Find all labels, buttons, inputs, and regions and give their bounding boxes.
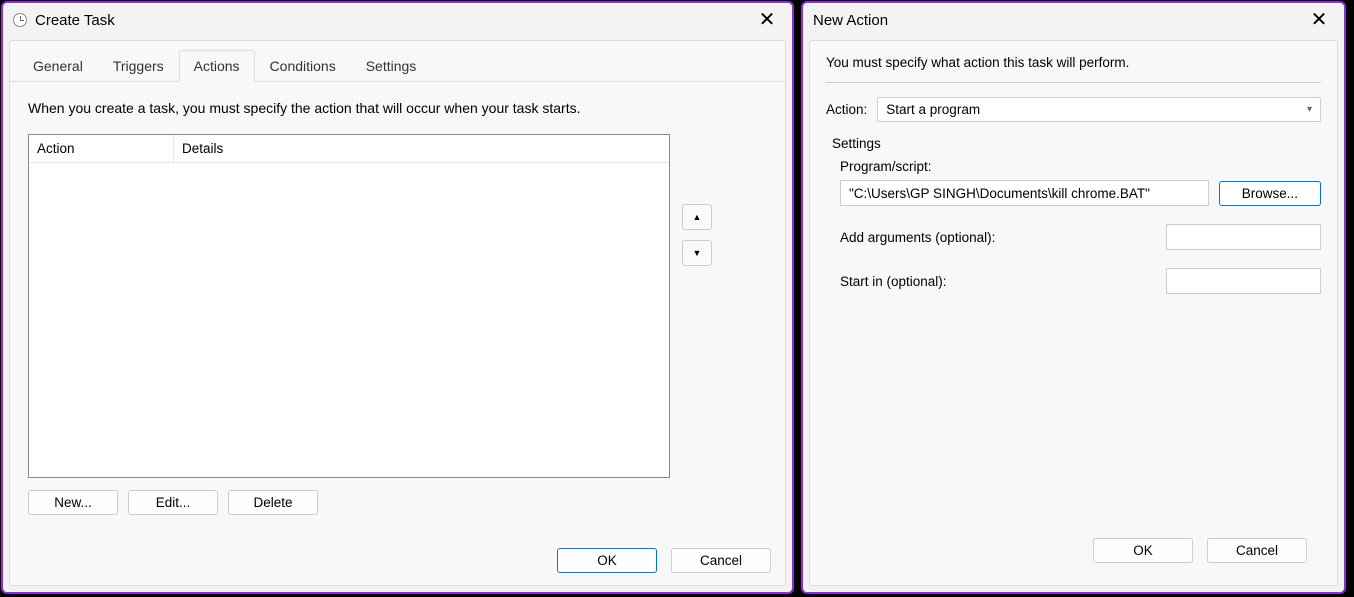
window-title: Create Task — [35, 12, 115, 29]
dialog-body: General Triggers Actions Conditions Sett… — [9, 40, 786, 586]
start-in-label: Start in (optional): — [840, 274, 947, 289]
ok-button[interactable]: OK — [557, 548, 657, 573]
tab-general[interactable]: General — [18, 50, 98, 82]
cancel-button[interactable]: Cancel — [671, 548, 771, 573]
tab-conditions[interactable]: Conditions — [255, 50, 351, 82]
new-action-window: New Action ✕ You must specify what actio… — [801, 1, 1346, 594]
clock-icon — [13, 13, 27, 27]
window-title: New Action — [813, 12, 888, 29]
actions-list[interactable]: Action Details — [28, 134, 670, 478]
add-arguments-input[interactable] — [1166, 224, 1321, 250]
action-select[interactable]: Start a program ▾ — [877, 97, 1321, 122]
column-details[interactable]: Details — [174, 135, 669, 162]
dialog-body: You must specify what action this task w… — [809, 40, 1338, 586]
tab-strip: General Triggers Actions Conditions Sett… — [10, 41, 785, 82]
start-in-input[interactable] — [1166, 268, 1321, 294]
tab-triggers[interactable]: Triggers — [98, 50, 179, 82]
settings-group-label: Settings — [832, 136, 1321, 151]
tab-content: When you create a task, you must specify… — [10, 82, 785, 538]
browse-button[interactable]: Browse... — [1219, 181, 1321, 206]
column-action[interactable]: Action — [29, 135, 174, 162]
list-header: Action Details — [29, 135, 669, 163]
instruction-text: You must specify what action this task w… — [826, 55, 1321, 70]
titlebar: Create Task ✕ — [3, 3, 792, 37]
delete-button[interactable]: Delete — [228, 490, 318, 515]
add-arguments-label: Add arguments (optional): — [840, 230, 995, 245]
program-script-label: Program/script: — [840, 159, 1321, 174]
edit-button[interactable]: Edit... — [128, 490, 218, 515]
close-button[interactable]: ✕ — [752, 10, 782, 30]
new-button[interactable]: New... — [28, 490, 118, 515]
tab-actions[interactable]: Actions — [179, 50, 255, 82]
instruction-text: When you create a task, you must specify… — [28, 100, 767, 116]
titlebar: New Action ✕ — [803, 3, 1344, 37]
chevron-down-icon: ▾ — [1307, 104, 1312, 115]
move-down-button[interactable]: ▼ — [682, 240, 712, 266]
program-script-input[interactable] — [840, 180, 1209, 206]
tab-settings[interactable]: Settings — [351, 50, 432, 82]
cancel-button[interactable]: Cancel — [1207, 538, 1307, 563]
create-task-window: Create Task ✕ General Triggers Actions C… — [1, 1, 794, 594]
move-up-button[interactable]: ▲ — [682, 204, 712, 230]
divider — [826, 82, 1321, 83]
action-label: Action: — [826, 102, 867, 117]
ok-button[interactable]: OK — [1093, 538, 1193, 563]
close-button[interactable]: ✕ — [1304, 10, 1334, 30]
action-selected-value: Start a program — [886, 102, 980, 117]
